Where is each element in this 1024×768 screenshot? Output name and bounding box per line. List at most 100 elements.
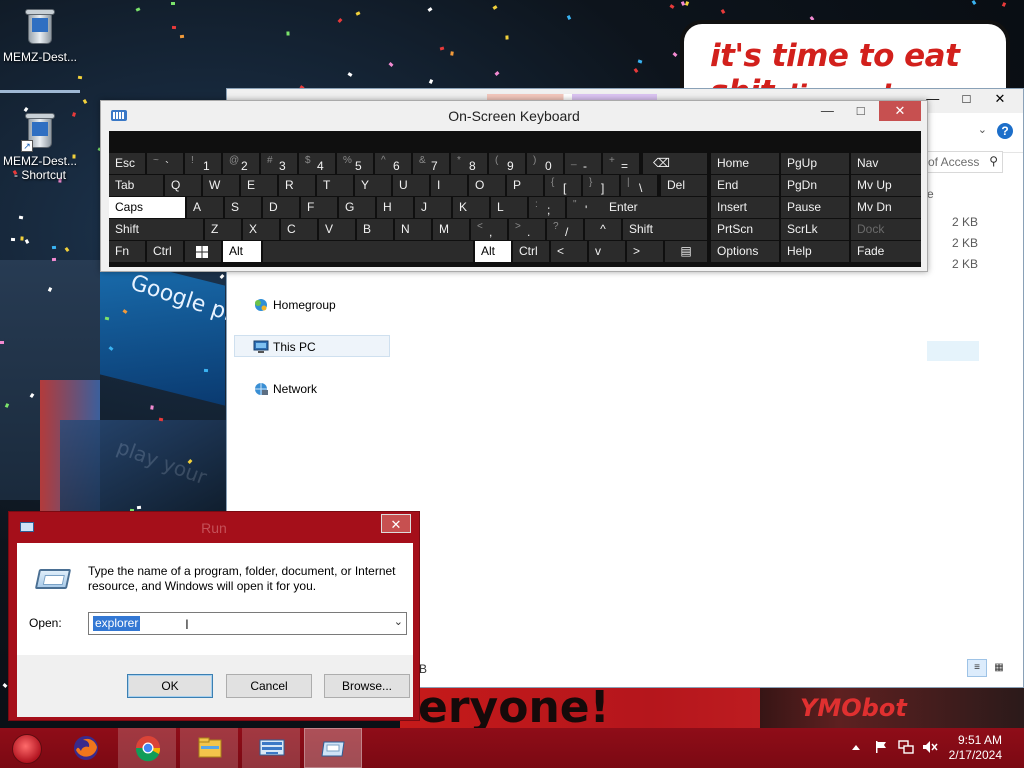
key-letter[interactable]: L (491, 197, 527, 218)
volume-muted-icon[interactable] (922, 740, 938, 754)
key-backspace[interactable]: ⌫ (643, 153, 707, 174)
key-symbol[interactable]: :; (529, 197, 565, 218)
key-4[interactable]: $4 (299, 153, 335, 174)
chevron-down-icon[interactable]: ⌄ (394, 615, 403, 628)
key-side[interactable]: PrtScn (711, 219, 779, 240)
key-side[interactable]: Pause (781, 197, 849, 218)
run-titlebar[interactable]: Run ✕ (9, 512, 419, 542)
search-icon[interactable]: ⚲ (989, 154, 998, 168)
close-icon[interactable]: ✕ (381, 514, 411, 533)
key-6[interactable]: ^ 6 (375, 153, 411, 174)
open-input-value[interactable]: explorer (93, 616, 141, 631)
taskbar-app-run[interactable] (304, 728, 362, 768)
network-icon[interactable] (898, 740, 914, 754)
key-fn[interactable]: Fn (109, 241, 145, 262)
key-alt-right[interactable]: Alt (475, 241, 511, 262)
key-10[interactable]: ) 0 (527, 153, 563, 174)
explorer-search-input[interactable]: of Access ⚲ (927, 151, 1003, 173)
start-button[interactable] (12, 734, 42, 764)
taskbar-clock[interactable]: 9:51 AM 2/17/2024 (949, 733, 1002, 763)
key-up-arrow[interactable]: ^ (585, 219, 621, 240)
chevron-down-icon[interactable]: ⌄ (978, 123, 987, 136)
run-dialog[interactable]: Run ✕ Type the name of a program, folder… (8, 511, 420, 721)
key-side[interactable]: Options (711, 241, 779, 262)
osk-titlebar[interactable]: On-Screen Keyboard — □ ✕ (101, 101, 927, 131)
key-0[interactable]: ~ ` (147, 153, 183, 174)
cancel-button[interactable]: Cancel (226, 674, 312, 698)
key-letter[interactable]: O (469, 175, 505, 196)
key-letter[interactable]: J (415, 197, 451, 218)
key-letter[interactable]: M (433, 219, 469, 240)
key-letter[interactable]: E (241, 175, 277, 196)
key-tab[interactable]: Tab (109, 175, 163, 196)
open-combobox[interactable]: explorer I ⌄ (88, 612, 407, 635)
details-view-icon[interactable]: ≡ (967, 659, 987, 677)
key-letter[interactable]: X (243, 219, 279, 240)
key-side[interactable]: Help (781, 241, 849, 262)
key-side[interactable]: Dock (851, 219, 921, 240)
maximize-icon[interactable]: □ (846, 101, 876, 121)
key-1[interactable]: ! 1 (185, 153, 221, 174)
key-ctrl-left[interactable]: Ctrl (147, 241, 183, 262)
desktop-icon-memz-shortcut[interactable]: ↗ MEMZ-Dest... - Shortcut (0, 110, 80, 182)
key-symbol[interactable]: ? / (547, 219, 583, 240)
key-letter[interactable]: V (319, 219, 355, 240)
nav-item-homegroup[interactable]: Homegroup (251, 294, 336, 316)
key-letter[interactable]: T (317, 175, 353, 196)
show-hidden-icons-icon[interactable] (852, 744, 860, 750)
key-symbol[interactable]: >. (509, 219, 545, 240)
help-icon[interactable]: ? (997, 123, 1013, 139)
key-enter[interactable]: Enter (603, 197, 707, 218)
taskbar-app-file-explorer[interactable] (180, 728, 238, 768)
key-symbol[interactable]: <, (471, 219, 507, 240)
key-letter[interactable]: Y (355, 175, 391, 196)
key-side[interactable]: Mv Dn (851, 197, 921, 218)
key-left-arrow[interactable]: < (551, 241, 587, 262)
key-down-arrow[interactable]: v (589, 241, 625, 262)
key-ctrl-right[interactable]: Ctrl (513, 241, 549, 262)
key-symbol[interactable]: {[ (545, 175, 581, 196)
close-icon[interactable]: ✕ (879, 101, 921, 121)
key-letter[interactable]: Q (165, 175, 201, 196)
key-letter[interactable]: N (395, 219, 431, 240)
key-symbol[interactable]: }] (583, 175, 619, 196)
key-space[interactable] (263, 241, 473, 262)
key-letter[interactable]: Z (205, 219, 241, 240)
key-windows[interactable] (185, 241, 221, 262)
key-2[interactable]: @2 (223, 153, 259, 174)
key-letter[interactable]: S (225, 197, 261, 218)
key-letter[interactable]: D (263, 197, 299, 218)
key-side[interactable]: Fade (851, 241, 921, 262)
key-side[interactable]: Mv Up (851, 175, 921, 196)
key-letter[interactable]: P (507, 175, 543, 196)
key-caps[interactable]: Caps (109, 197, 185, 218)
key-right-arrow[interactable]: > (627, 241, 663, 262)
large-icons-view-icon[interactable]: ▦ (989, 659, 1009, 677)
key-esc[interactable]: Esc (109, 153, 145, 174)
key-shift-left[interactable]: Shift (109, 219, 203, 240)
key-5[interactable]: % 5 (337, 153, 373, 174)
taskbar-app-chrome[interactable] (118, 728, 176, 768)
key-side[interactable]: PgDn (781, 175, 849, 196)
close-icon[interactable]: ✕ (985, 91, 1015, 107)
key-letter[interactable]: C (281, 219, 317, 240)
key-menu[interactable]: ▤ (665, 241, 707, 262)
key-letter[interactable]: H (377, 197, 413, 218)
key-alt-left[interactable]: Alt (223, 241, 261, 262)
key-side[interactable]: End (711, 175, 779, 196)
desktop-icon-memz[interactable]: MEMZ-Dest... (0, 6, 80, 93)
key-8[interactable]: * 8 (451, 153, 487, 174)
key-letter[interactable]: W (203, 175, 239, 196)
key-shift-right[interactable]: Shift (623, 219, 707, 240)
key-letter[interactable]: F (301, 197, 337, 218)
key-3[interactable]: #3 (261, 153, 297, 174)
key-letter[interactable]: I (431, 175, 467, 196)
key-side[interactable]: Nav (851, 153, 921, 174)
key-side[interactable]: Insert (711, 197, 779, 218)
key-letter[interactable]: B (357, 219, 393, 240)
nav-item-this-pc[interactable]: This PC (234, 335, 390, 357)
key-side[interactable]: Home (711, 153, 779, 174)
key-11[interactable]: _ - (565, 153, 601, 174)
ok-button[interactable]: OK (127, 674, 213, 698)
key-letter[interactable]: U (393, 175, 429, 196)
